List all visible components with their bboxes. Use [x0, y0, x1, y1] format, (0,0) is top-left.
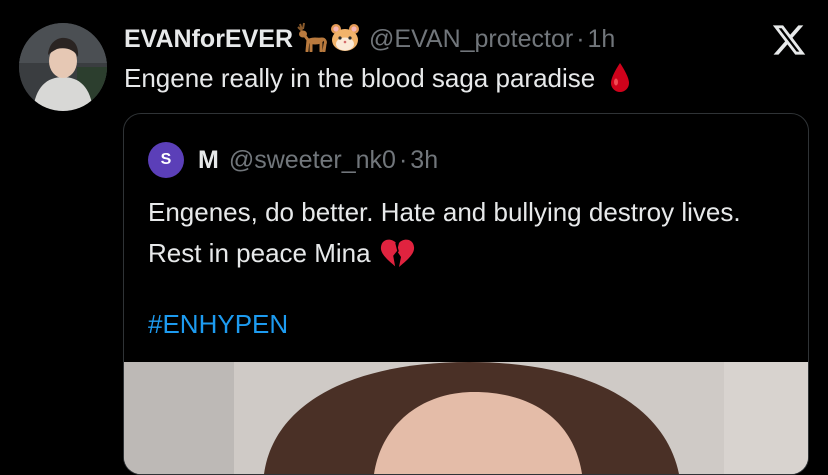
author-display-name[interactable]: EVANforEVER: [124, 25, 293, 54]
quoted-tweet-text: Engenes, do better. Hate and bullying de…: [148, 197, 741, 268]
hashtag-link[interactable]: #ENHYPEN: [148, 309, 288, 340]
hamster-emoji: [329, 22, 361, 56]
deer-emoji: [294, 22, 328, 56]
x-logo-icon[interactable]: [771, 22, 807, 58]
quoted-author-handle[interactable]: @sweeter_nk0: [229, 146, 396, 175]
drop-of-blood-emoji: [609, 62, 631, 94]
media-photo: [124, 362, 808, 474]
quoted-tweet-header: S M @sweeter_nk0 · 3h: [148, 142, 438, 178]
quoted-author-avatar[interactable]: S: [148, 142, 184, 178]
quoted-tweet-card[interactable]: S M @sweeter_nk0 · 3h Engenes, do better…: [123, 113, 809, 475]
quoted-tweet-media[interactable]: [124, 362, 808, 474]
separator-dot: ·: [398, 145, 408, 174]
quoted-tweet-timestamp[interactable]: 3h: [410, 146, 438, 175]
author-avatar[interactable]: [19, 23, 107, 111]
separator-dot: ·: [576, 24, 585, 53]
tweet-timestamp[interactable]: 1h: [588, 25, 616, 54]
quoted-author-display-name[interactable]: M: [198, 146, 219, 175]
author-handle[interactable]: @EVAN_protector: [369, 25, 573, 54]
avatar-photo: [19, 23, 107, 111]
tweet-text-line: Engene really in the blood saga paradise: [124, 62, 631, 94]
tweet-text: Engene really in the blood saga paradise: [124, 62, 596, 93]
tweet-header: EVANforEVER @EVAN_protector · 1h: [124, 22, 615, 56]
quoted-tweet-text-block: Engenes, do better. Hate and bullying de…: [148, 192, 788, 274]
broken-heart-emoji: [379, 238, 415, 268]
